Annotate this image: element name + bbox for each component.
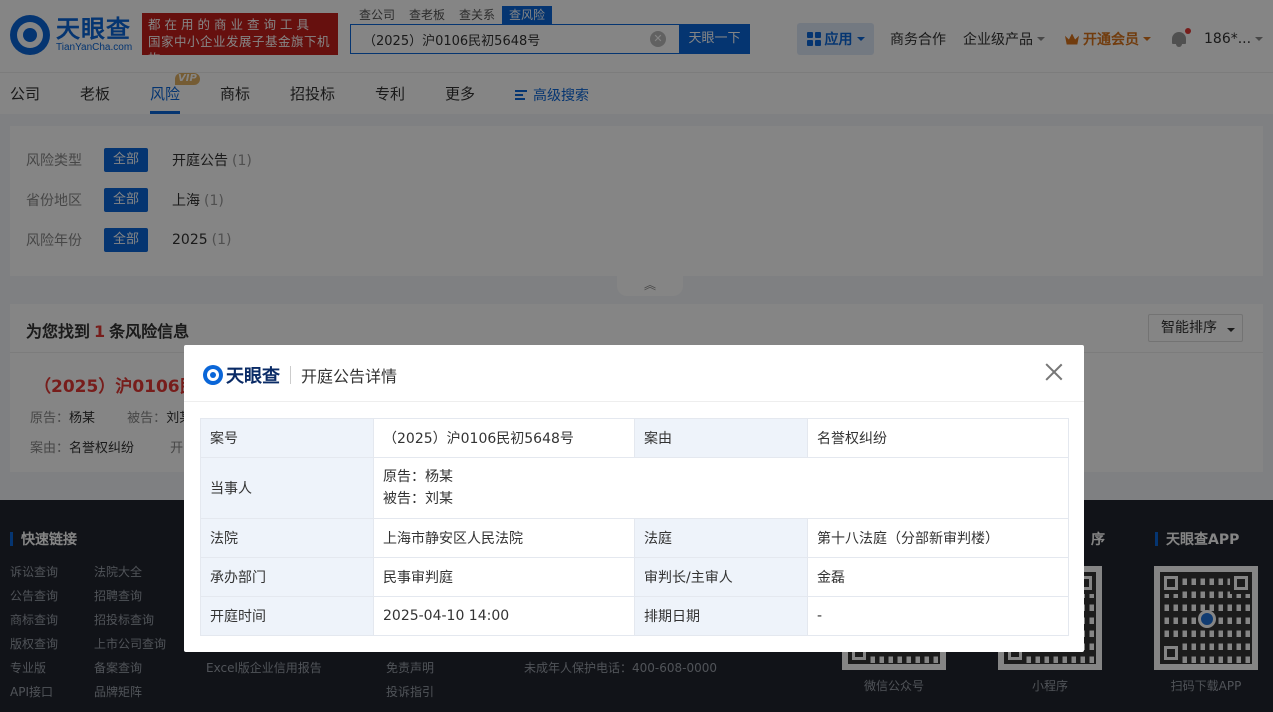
close-icon[interactable]	[1044, 362, 1064, 382]
defendant-value: 被告：刘某	[383, 491, 453, 507]
court-value: 上海市静安区人民法院	[373, 518, 635, 558]
hearing-time-value: 2025-04-10 14:00	[373, 596, 635, 636]
parties-value: 原告：杨某 被告：刘某	[373, 457, 1069, 519]
field-label: 排期日期	[634, 596, 808, 636]
field-label: 案由	[634, 418, 808, 458]
modal-logo-text: 天眼查	[226, 366, 280, 387]
hearing-detail-table: 案号 （2025）沪0106民初5648号 案由 名誉权纠纷 当事人 原告：杨某…	[200, 418, 1069, 636]
plaintiff-value: 原告：杨某	[383, 469, 453, 485]
field-label: 承办部门	[200, 557, 374, 597]
modal-header: 天眼查 开庭公告详情	[184, 345, 1084, 402]
table-row: 案号 （2025）沪0106民初5648号 案由 名誉权纠纷	[200, 418, 1069, 458]
courtroom-value: 第十八法庭（分部新审判楼）	[807, 518, 1069, 558]
field-label: 法院	[200, 518, 374, 558]
table-row: 开庭时间 2025-04-10 14:00 排期日期 -	[200, 596, 1069, 636]
modal-title: 开庭公告详情	[301, 367, 398, 386]
field-label: 审判长/主审人	[634, 557, 808, 597]
table-row: 当事人 原告：杨某 被告：刘某	[200, 457, 1069, 519]
hearing-notice-modal: 天眼查 开庭公告详情 案号 （2025）沪0106民初5648号 案由 名誉权纠…	[184, 345, 1084, 652]
department-value: 民事审判庭	[373, 557, 635, 597]
cause-value: 名誉权纠纷	[807, 418, 1069, 458]
modal-logo: 天眼查 开庭公告详情	[203, 362, 397, 388]
schedule-date-value: -	[807, 596, 1069, 636]
logo-icon	[203, 365, 223, 385]
field-label: 案号	[200, 418, 374, 458]
case-number-value: （2025）沪0106民初5648号	[373, 418, 635, 458]
divider	[290, 366, 291, 384]
field-label: 法庭	[634, 518, 808, 558]
judge-value: 金磊	[807, 557, 1069, 597]
table-row: 法院 上海市静安区人民法院 法庭 第十八法庭（分部新审判楼）	[200, 518, 1069, 558]
table-row: 承办部门 民事审判庭 审判长/主审人 金磊	[200, 557, 1069, 597]
field-label: 当事人	[200, 457, 374, 519]
field-label: 开庭时间	[200, 596, 374, 636]
